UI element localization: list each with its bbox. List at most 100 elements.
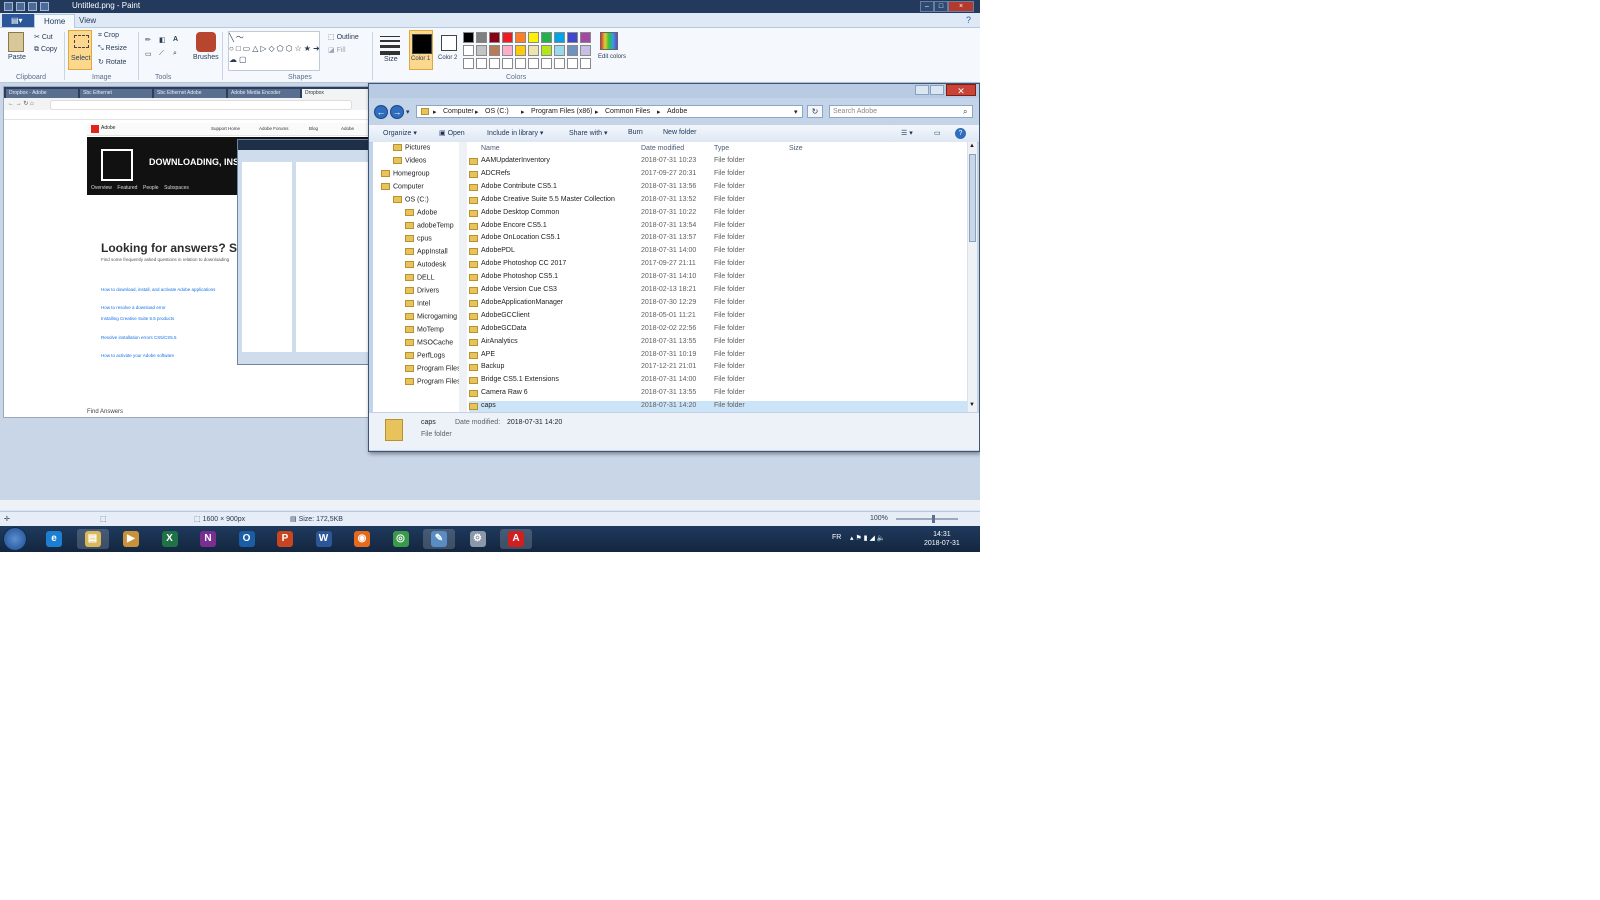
browser-url-field[interactable] — [50, 100, 352, 110]
start-button[interactable] — [3, 527, 27, 551]
paint-app-icon[interactable] — [4, 2, 13, 11]
forward-arrow-icon[interactable]: → — [390, 105, 404, 119]
palette-swatch[interactable] — [541, 45, 552, 56]
file-row[interactable]: APE 2018-07-31 10:19 File folder — [469, 350, 969, 362]
file-row[interactable]: Adobe Photoshop CC 2017 2017-09-27 21:11 F… — [469, 259, 969, 271]
tray-icons[interactable]: ▴ ⚑ ▮ ◢ 🔈 — [850, 534, 886, 542]
back-arrow-icon[interactable]: ← — [374, 105, 388, 119]
rotate-button[interactable]: ↻ Rotate — [98, 58, 126, 66]
taskbar-app-button[interactable]: ◎ — [385, 529, 417, 549]
file-row[interactable]: Adobe Desktop Common 2018-07-31 10:22 File… — [469, 208, 969, 220]
taskbar-app-button[interactable]: X — [154, 529, 186, 549]
palette-swatch[interactable] — [567, 45, 578, 56]
browser-tab[interactable]: Sbc Ethernet — [80, 89, 152, 98]
nav-item[interactable]: MoTemp — [405, 326, 444, 333]
file-row[interactable]: Adobe Contribute CS5.1 2018-07-31 13:56 Fi… — [469, 182, 969, 194]
cut-button[interactable]: ✂ Cut — [34, 33, 53, 41]
palette-swatch-empty[interactable] — [580, 58, 591, 69]
forums-link[interactable]: Adobe Forums — [259, 126, 289, 131]
adobe-link[interactable]: Adobe — [341, 126, 354, 131]
hero-nav-item[interactable]: People — [143, 185, 159, 191]
resize-button[interactable]: ⤡ Resize — [98, 45, 127, 53]
nav-item[interactable]: Program Files ( — [405, 378, 465, 385]
nav-item[interactable]: adobeTemp — [405, 222, 454, 229]
palette-swatch[interactable] — [580, 32, 591, 43]
palette-swatch[interactable] — [554, 45, 565, 56]
taskbar-app-button[interactable]: ◉ — [346, 529, 378, 549]
help-link[interactable]: Installing Creative Suite 5.5 products — [101, 316, 174, 321]
taskbar-app-button[interactable]: ▶ — [115, 529, 147, 549]
scroll-up-icon[interactable]: ▲ — [969, 143, 975, 149]
pasted-browser-screenshot[interactable]: Dropbox - Adobe Sbc Ethernet Sbc Etherne… — [3, 86, 371, 418]
file-row[interactable]: AirAnalytics 2018-07-31 13:55 File folder — [469, 337, 969, 349]
file-row[interactable]: Adobe Creative Suite 5.5 Master Collecti… — [469, 195, 969, 207]
taskbar-app-button[interactable]: ✎ — [423, 529, 455, 549]
nav-item[interactable]: PerfLogs — [405, 352, 445, 359]
file-row[interactable]: caps 2018-07-31 14:20 File folder — [469, 401, 969, 412]
palette-swatch-empty[interactable] — [554, 58, 565, 69]
palette-swatch-empty[interactable] — [541, 58, 552, 69]
refresh-icon[interactable]: ↻ — [807, 105, 823, 118]
palette-swatch[interactable] — [515, 45, 526, 56]
help-link[interactable]: How to download, install, and activate A… — [101, 287, 215, 292]
language-indicator[interactable]: FR — [832, 534, 841, 541]
palette-swatch[interactable] — [554, 32, 565, 43]
palette-swatch-empty[interactable] — [567, 58, 578, 69]
color-picker-icon[interactable]: ⟋ — [159, 50, 164, 58]
palette-swatch-empty[interactable] — [528, 58, 539, 69]
nav-item[interactable]: Videos — [393, 157, 426, 164]
breadcrumb-item[interactable]: Adobe — [667, 108, 687, 115]
brushes-button[interactable]: Brushes — [193, 54, 219, 61]
zoom-slider[interactable] — [896, 515, 958, 523]
address-dropdown-icon[interactable]: ▾ — [794, 108, 798, 116]
recent-locations-icon[interactable]: ▾ — [406, 108, 410, 116]
zoom-slider-thumb[interactable] — [932, 515, 935, 523]
file-row[interactable]: AdobeGCData 2018-02-02 22:56 File folder — [469, 324, 969, 336]
file-row[interactable]: Camera Raw 6 2018-07-31 13:55 File folder — [469, 388, 969, 400]
shapes-gallery[interactable]: ╲〜○□▭△▷◇⬠⬡☆★➜⬅⬆⬇✧♡☁▢ — [228, 31, 320, 71]
palette-swatch[interactable] — [476, 32, 487, 43]
palette-swatch[interactable] — [463, 32, 474, 43]
taskbar-app-button[interactable]: P — [269, 529, 301, 549]
explorer-maximize-button[interactable] — [930, 85, 944, 95]
taskbar-app-button[interactable]: W — [308, 529, 340, 549]
preview-pane-icon[interactable]: ▭ — [934, 129, 941, 137]
magnifier-icon[interactable]: ⌕ — [173, 50, 177, 58]
browser-tab[interactable]: Sbc Ethernet Adobe — [154, 89, 226, 98]
taskbar-app-button[interactable]: ▤ — [76, 529, 109, 549]
search-input[interactable]: Search Adobe — [829, 105, 973, 118]
file-row[interactable]: Adobe Encore CS5.1 2018-07-31 13:54 File f… — [469, 221, 969, 233]
palette-swatch[interactable] — [476, 45, 487, 56]
new-folder-button[interactable]: New folder — [663, 129, 696, 136]
palette-swatch[interactable] — [489, 32, 500, 43]
browser-tab[interactable]: Dropbox - Adobe — [6, 89, 78, 98]
tab-view[interactable]: View — [70, 14, 105, 27]
file-row[interactable]: Adobe Photoshop CS5.1 2018-07-31 14:10 Fil… — [469, 272, 969, 284]
breadcrumb-separator-icon[interactable]: ▸ — [433, 108, 437, 116]
palette-swatch-empty[interactable] — [502, 58, 513, 69]
palette-swatch[interactable] — [528, 45, 539, 56]
fill-bucket-icon[interactable]: ◧ — [159, 36, 166, 44]
fill-button[interactable]: ◪ Fill — [328, 46, 346, 54]
help-link[interactable]: Resolve installation errors CS5/CS5.5 — [101, 335, 177, 340]
nav-item[interactable]: Computer — [381, 183, 424, 190]
palette-swatch[interactable] — [580, 45, 591, 56]
file-row[interactable]: Adobe Version Cue CS3 2018-02-13 18:21 Fil… — [469, 285, 969, 297]
text-tool-icon[interactable]: A — [173, 36, 178, 43]
file-row[interactable]: AAMUpdaterInventory 2018-07-31 10:23 File … — [469, 156, 969, 168]
palette-swatch-empty[interactable] — [463, 58, 474, 69]
address-bar[interactable]: ▸ Computer ▸ OS (C:) ▸ Program Files (x86) ▸ Co… — [416, 105, 803, 118]
palette-swatch[interactable] — [541, 32, 552, 43]
breadcrumb-item[interactable]: Common Files — [605, 108, 650, 115]
paste-button[interactable]: Paste — [8, 54, 26, 61]
minimize-button[interactable]: – — [920, 1, 934, 12]
nav-item[interactable]: MSOCache — [405, 339, 453, 346]
help-link[interactable]: How to resolve a download error — [101, 305, 166, 310]
file-list-scrollbar[interactable]: ▲ ▼ — [967, 142, 977, 412]
palette-swatch[interactable] — [528, 32, 539, 43]
hero-nav-item[interactable]: Subspaces — [164, 185, 189, 191]
breadcrumb-item[interactable]: Program Files (x86) — [531, 108, 592, 115]
undo-icon[interactable] — [28, 2, 37, 11]
palette-swatch[interactable] — [502, 45, 513, 56]
color1-button[interactable]: Color 1 — [409, 30, 433, 70]
